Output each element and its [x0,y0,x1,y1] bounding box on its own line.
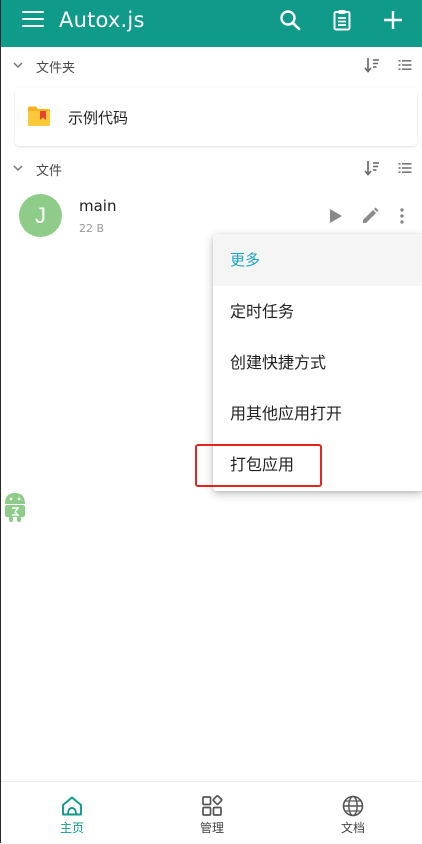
folder-icon [28,106,50,126]
folder-name: 示例代码 [68,109,129,127]
home-icon [62,796,82,816]
nav-label: 文档 [340,821,365,835]
globe-icon [342,795,364,817]
folder-item[interactable]: 示例代码 [15,88,417,146]
popup-header: 更多 [213,234,422,286]
chevron-down-icon[interactable] [13,60,23,70]
section-label: 文件夹 [36,61,76,76]
more-vert-icon[interactable] [392,206,412,226]
menu-item-schedule[interactable]: 定时任务 [213,286,422,337]
nav-home[interactable]: 主页 [22,782,122,844]
nav-label: 管理 [199,821,224,835]
app-title: Autox.js [59,8,145,32]
edit-icon[interactable] [360,206,380,226]
bottom-nav: 主页 管理 文档 [1,781,422,844]
nav-docs[interactable]: 文档 [303,782,403,844]
folders-section-header: 文件夹 [1,47,422,85]
nav-manage[interactable]: 管理 [162,782,262,844]
sort-icon[interactable] [364,160,380,176]
grid-icon [202,795,223,816]
section-label: 文件 [36,164,63,179]
menu-item-create-shortcut[interactable]: 创建快捷方式 [213,337,422,388]
list-view-icon[interactable] [398,161,412,175]
search-icon[interactable] [278,8,302,32]
avatar: J [19,194,62,237]
menu-item-open-with[interactable]: 用其他应用打开 [213,388,422,439]
menu-icon[interactable] [22,11,44,29]
file-size: 22 B [79,222,105,235]
list-view-icon[interactable] [398,58,412,72]
clipboard-icon[interactable] [330,8,354,32]
file-name: main [79,197,117,215]
chevron-down-icon[interactable] [13,163,23,173]
files-section-header: 文件 [1,150,422,188]
highlight-box [195,444,322,487]
add-icon[interactable] [381,8,405,32]
play-icon[interactable] [325,206,345,226]
nav-label: 主页 [59,821,84,835]
sort-icon[interactable] [364,57,380,73]
app-bar: Autox.js [1,0,422,47]
android-float-icon[interactable] [1,490,29,524]
